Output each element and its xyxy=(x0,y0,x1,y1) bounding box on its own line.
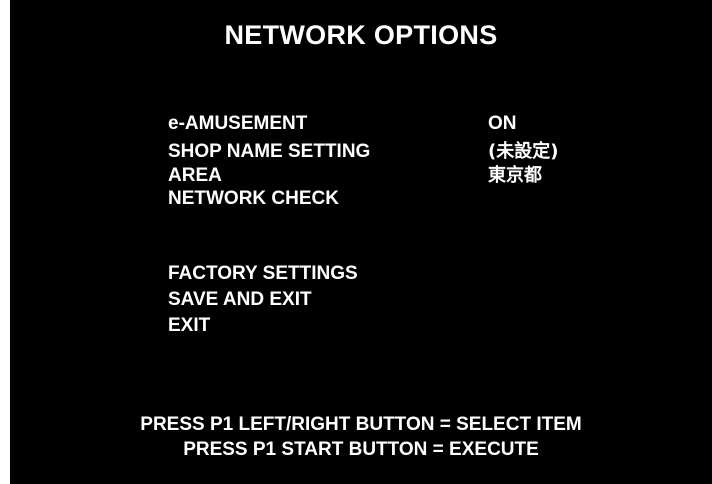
menu-item-network-check[interactable]: NETWORK CHECK xyxy=(168,188,339,210)
footer-instruction-execute: PRESS P1 START BUTTON = EXECUTE xyxy=(183,439,539,460)
network-options-screen: NETWORK OPTIONS e-AMUSEMENT ON SHOP NAME… xyxy=(10,0,712,484)
menu-value-shop-name-setting[interactable]: (未設定) xyxy=(488,141,558,163)
menu-item-factory-settings[interactable]: FACTORY SETTINGS xyxy=(168,263,358,285)
menu-item-save-and-exit[interactable]: SAVE AND EXIT xyxy=(168,289,312,311)
menu-item-exit[interactable]: EXIT xyxy=(168,315,210,337)
menu-value-area[interactable]: 東京都 xyxy=(488,165,542,187)
page-title: NETWORK OPTIONS xyxy=(224,20,498,50)
footer-instruction-select: PRESS P1 LEFT/RIGHT BUTTON = SELECT ITEM xyxy=(140,414,582,435)
menu-value-e-amusement[interactable]: ON xyxy=(488,113,517,135)
menu-item-e-amusement[interactable]: e-AMUSEMENT xyxy=(168,113,307,135)
menu-item-area[interactable]: AREA xyxy=(168,165,222,187)
menu-item-shop-name-setting[interactable]: SHOP NAME SETTING xyxy=(168,141,370,163)
